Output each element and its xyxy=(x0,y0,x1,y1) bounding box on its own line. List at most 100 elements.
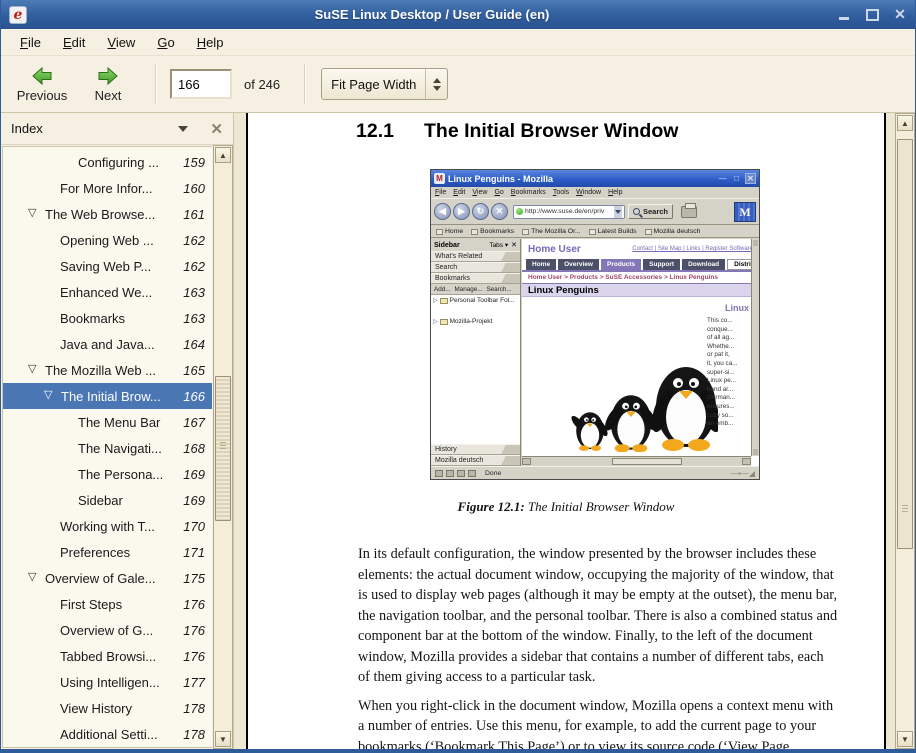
menu-item-view[interactable]: View xyxy=(98,32,144,53)
index-item[interactable]: For More Infor...160 xyxy=(3,175,212,201)
index-item[interactable]: Saving Web P...162 xyxy=(3,253,212,279)
next-button[interactable]: Next xyxy=(75,60,141,108)
menu-item-edit[interactable]: Edit xyxy=(54,32,94,53)
zoom-mode-select[interactable]: Fit Page Width xyxy=(321,68,448,100)
index-item[interactable]: Sidebar169 xyxy=(3,487,212,513)
sidebar-header: Index ✕ xyxy=(1,113,233,145)
index-item[interactable]: Using Intelligen... 177 xyxy=(3,669,212,695)
document-scrollbar[interactable]: ▲ ▼ xyxy=(895,113,915,749)
stop-icon: ✕ xyxy=(491,203,508,220)
index-item[interactable]: First Steps176 xyxy=(3,591,212,617)
sidebar-close-icon[interactable]: ✕ xyxy=(210,120,223,138)
index-item-page: 170 xyxy=(183,519,205,534)
scrollbar-thumb[interactable] xyxy=(897,139,913,549)
index-item[interactable]: ▽The Initial Brow...166 xyxy=(3,383,212,409)
scroll-up-icon[interactable]: ▲ xyxy=(897,115,913,131)
index-item[interactable]: ▽The Web Browse...161 xyxy=(3,201,212,227)
index-item-label: For More Infor... xyxy=(60,181,152,196)
index-item-page: 161 xyxy=(183,207,205,222)
menu-item-help[interactable]: Help xyxy=(188,32,233,53)
index-item[interactable]: Tabbed Browsi...176 xyxy=(3,643,212,669)
expander-icon[interactable]: ▽ xyxy=(28,362,36,375)
menu-item-go[interactable]: Go xyxy=(148,32,183,53)
sidebar-dropdown-icon[interactable] xyxy=(178,126,188,132)
expander-icon[interactable]: ▽ xyxy=(28,206,36,219)
index-item[interactable]: The Menu Bar167 xyxy=(3,409,212,435)
spinner-icon xyxy=(425,69,447,99)
site-right-text-line: conque... xyxy=(707,326,749,335)
previous-label: Previous xyxy=(17,88,68,103)
mozilla-minimize-icon: — xyxy=(717,173,728,184)
scroll-down-icon[interactable]: ▼ xyxy=(897,731,913,747)
minimize-button[interactable] xyxy=(837,8,851,22)
page-number-input[interactable] xyxy=(170,69,232,99)
url-dropdown-icon xyxy=(614,206,622,218)
expander-icon[interactable]: ▽ xyxy=(28,570,36,583)
personal-toolbar-item: Mozilla deutsch xyxy=(645,228,701,235)
bookmark-icon xyxy=(522,229,529,235)
scrollbar-thumb[interactable] xyxy=(215,376,231,521)
index-item[interactable]: ▽The Mozilla Web ...165 xyxy=(3,357,212,383)
folder-icon xyxy=(440,298,448,304)
mozilla-menu-item: Edit xyxy=(453,189,465,196)
paragraph: In its default configuration, the window… xyxy=(358,544,838,688)
figure-caption: Figure 12.1: The Initial Browser Window xyxy=(248,499,884,515)
twisty-icon: ▷ xyxy=(433,318,438,325)
personal-toolbar-item: Bookmarks xyxy=(471,228,514,235)
site-nav-tab: Home xyxy=(526,259,556,270)
index-item[interactable]: Opening Web ...162 xyxy=(3,227,212,253)
index-item[interactable]: The Navigati...168 xyxy=(3,435,212,461)
section-number: 12.1 xyxy=(356,120,394,143)
main-area: Index ✕ Configuring ...159For More Infor… xyxy=(1,113,915,749)
mozilla-sidebar-tabs-menu: Tabs ▾ xyxy=(489,241,508,249)
index-item-page: 177 xyxy=(183,675,205,690)
index-item[interactable]: ▽Overview of Gale...175 xyxy=(3,565,212,591)
mozilla-menu-item: Tools xyxy=(553,189,569,196)
home-icon xyxy=(436,229,443,235)
index-item-label: Additional Setti... xyxy=(60,727,158,742)
index-item-page: 169 xyxy=(183,467,205,482)
site-right-text-line: an emb... xyxy=(707,420,749,429)
index-item[interactable]: Bookmarks163 xyxy=(3,305,212,331)
mozilla-sidebar-title: Sidebar xyxy=(434,242,489,249)
personal-toolbar-item: Home xyxy=(436,228,463,235)
index-item-page: 162 xyxy=(183,233,205,248)
site-vertical-scrollbar xyxy=(751,239,759,456)
close-button[interactable]: ✕ xyxy=(893,8,907,22)
index-item[interactable]: Configuring ...159 xyxy=(3,149,212,175)
scroll-right-icon xyxy=(742,458,751,465)
index-item-page: 169 xyxy=(183,493,205,508)
site-page-heading: Linux Penguins xyxy=(522,283,759,297)
app-icon: e xyxy=(9,6,27,24)
site-horizontal-scrollbar xyxy=(522,456,751,466)
site-right-text-line: Whethe... xyxy=(707,343,749,352)
index-item-label: First Steps xyxy=(60,597,122,612)
index-item[interactable]: Additional Setti... 178 xyxy=(3,721,212,747)
maximize-button[interactable] xyxy=(865,8,879,22)
scroll-down-icon[interactable]: ▼ xyxy=(215,731,231,747)
index-item[interactable]: The Persona...169 xyxy=(3,461,212,487)
index-item[interactable]: Java and Java...164 xyxy=(3,331,212,357)
previous-button[interactable]: Previous xyxy=(9,60,75,108)
bookmark-tree: ▷Personal Toolbar Fol...▷Mozilla-Projekt xyxy=(431,295,520,444)
status-text: Done xyxy=(485,470,727,477)
site-top-links: Contact | Site Map | Links | Register So… xyxy=(632,246,753,252)
index-item[interactable]: View History178 xyxy=(3,695,212,721)
site-right-text-line: German... xyxy=(707,394,749,403)
mozilla-navigation-toolbar: ◀ ▶ ↻ ✕ http://www.suse.de/en/priv Searc… xyxy=(431,198,759,225)
index-item-page: 178 xyxy=(183,727,205,742)
index-item-label: Using Intelligen... xyxy=(60,675,160,690)
twisty-icon: ▷ xyxy=(433,297,438,304)
menu-item-file[interactable]: File xyxy=(11,32,50,53)
index-item-page: 165 xyxy=(183,363,205,378)
bookmark-folder: ▷Mozilla-Projekt xyxy=(433,318,518,325)
index-item[interactable]: Enhanced We...163 xyxy=(3,279,212,305)
scroll-up-icon[interactable]: ▲ xyxy=(215,147,231,163)
magnifier-icon xyxy=(633,208,640,215)
index-item[interactable]: Working with T...170 xyxy=(3,513,212,539)
index-item[interactable]: Overview of G...176 xyxy=(3,617,212,643)
site-nav-tabs: HomeOverviewProductsSupportDownloadDistr… xyxy=(522,259,759,270)
index-item[interactable]: Preferences171 xyxy=(3,539,212,565)
sidebar-scrollbar[interactable]: ▲ ▼ xyxy=(213,145,233,749)
expander-icon[interactable]: ▽ xyxy=(44,388,52,401)
